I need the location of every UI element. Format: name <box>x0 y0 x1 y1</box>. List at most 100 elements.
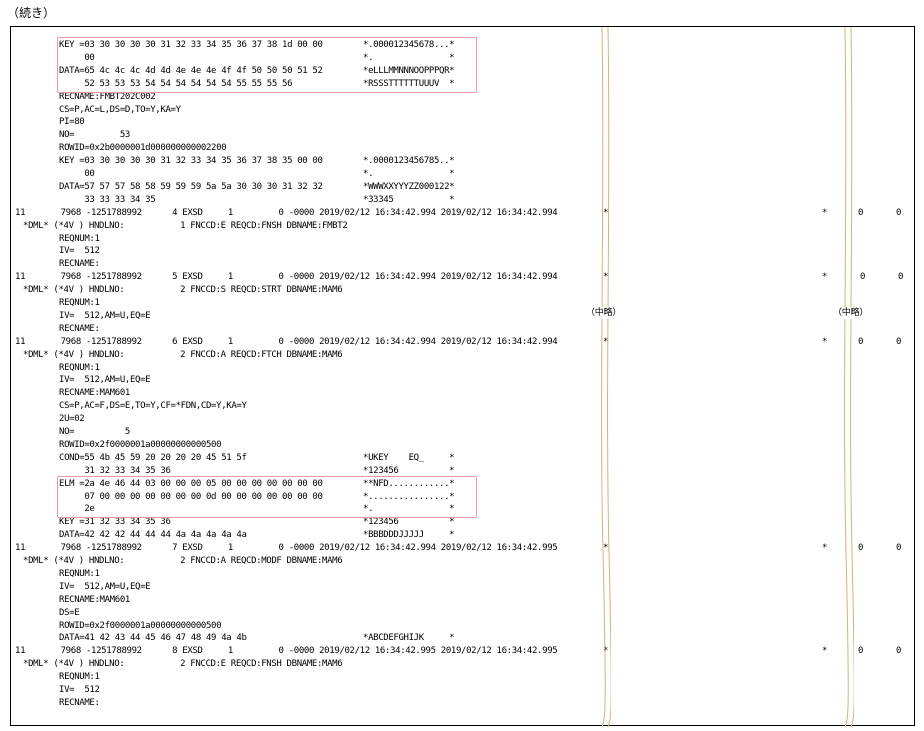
omission-break-line-right <box>842 27 854 727</box>
log-line-segment: * <box>822 646 828 657</box>
log-line-segment: 11 7968 -1251788992 7 EXSD 1 0 -0000 201… <box>15 543 558 554</box>
log-line: RECNAME:MAM601 <box>11 594 916 607</box>
log-line-segment: CS=P,AC=F,DS=E,TO=Y,CF=*FDN,CD=Y,KA=Y <box>59 401 247 412</box>
log-line-segment: 0 <box>858 336 864 347</box>
log-line: IV= 512,AM=U,EQ=E <box>11 374 916 387</box>
omission-break-line-left <box>599 27 611 727</box>
log-line-segment: CS=P,AC=L,DS=D,TO=Y,KA=Y <box>59 104 181 115</box>
log-line: RECNAME: <box>11 323 916 336</box>
log-line-segment: *DML* (*4V ) HNDLNO: 1 FNCCD:E REQCD:FNS… <box>23 220 348 231</box>
log-line: 11 7968 -1251788992 4 EXSD 1 0 -0000 201… <box>11 207 916 220</box>
log-line: DATA=42 42 42 44 44 44 4a 4a 4a 4a 4a *BB… <box>11 529 916 542</box>
log-line-segment: ROWID=0x2b0000001d000000000002200 <box>59 143 227 154</box>
log-line-segment: 0 <box>858 543 864 554</box>
log-line: 2U=02 <box>11 413 916 426</box>
log-line-segment: RECNAME: <box>59 697 100 708</box>
log-line-segment: *DML* (*4V ) HNDLNO: 2 FNCCD:A REQCD:MOD… <box>23 556 343 566</box>
log-line-segment: RECNAME:MAM601 <box>59 388 130 399</box>
log-line-segment: REQNUM:1 <box>59 672 100 683</box>
log-line-segment: *UKEY EQ_ * <box>363 452 455 463</box>
log-line: IV= 512 <box>11 245 916 258</box>
log-line-segment: 0 <box>896 543 902 554</box>
log-line: COND=55 4b 45 59 20 20 20 20 45 51 5f *UK… <box>11 452 916 465</box>
log-line: REQNUM:1 <box>11 297 916 310</box>
log-line: 11 7968 -1251788992 7 EXSD 1 0 -0000 201… <box>11 542 916 555</box>
log-line-segment: 11 7968 -1251788992 4 EXSD 1 0 -0000 201… <box>15 207 558 218</box>
log-line: 33 33 33 34 35 *33345 * <box>11 194 916 207</box>
highlight-box <box>57 37 477 93</box>
log-line-segment: DATA=42 42 42 44 44 44 4a 4a 4a 4a 4a <box>59 530 247 541</box>
log-line: IV= 512 <box>11 684 916 697</box>
log-line: ROWID=0x2f0000001a00000000000500 <box>11 439 916 452</box>
log-line-segment: *.0000123456785..* <box>363 156 455 167</box>
log-line: 11 7968 -1251788992 6 EXSD 1 0 -0000 201… <box>11 336 916 349</box>
log-line: NO= 53 <box>11 129 916 142</box>
log-line: REQNUM:1 <box>11 671 916 684</box>
highlight-box <box>57 475 477 519</box>
log-line-segment: 0 <box>896 336 902 347</box>
log-line-segment: REQNUM:1 <box>59 362 100 373</box>
log-line: ROWID=0x2b0000001d000000000002200 <box>11 142 916 155</box>
log-line-segment: NO= 53 <box>59 130 130 141</box>
log-line-segment: 2U=02 <box>59 414 85 425</box>
log-line-segment: RECNAME: <box>59 259 100 270</box>
log-line: REQNUM:1 <box>11 233 916 246</box>
log-line-segment: ROWID=0x2f0000001a00000000000500 <box>59 439 222 450</box>
log-line-segment: IV= 512 <box>59 246 100 257</box>
log-line-segment: DATA=57 57 57 58 58 59 59 59 5a 5a 30 30… <box>59 181 323 192</box>
omitted-label-left: （中略） <box>586 307 622 319</box>
log-line-segment: 0 <box>896 646 902 657</box>
log-line-segment: *. * <box>363 169 455 179</box>
log-line: *DML* (*4V ) HNDLNO: 2 FNCCD:E REQCD:FNS… <box>11 658 916 671</box>
log-line-segment: KEY =03 30 30 30 30 31 32 33 34 35 36 37… <box>59 156 323 167</box>
log-line-segment: IV= 512,AM=U,EQ=E <box>59 310 151 321</box>
log-frame: KEY =03 30 30 30 30 31 32 33 34 35 36 37… <box>10 26 916 727</box>
log-line: RECNAME:MAM601 <box>11 387 916 400</box>
log-line: IV= 512,AM=U,EQ=E <box>11 581 916 594</box>
log-line: 00 *. * <box>11 168 916 181</box>
log-line-segment: 0 <box>898 272 904 283</box>
log-line-segment: REQNUM:1 <box>59 298 100 308</box>
log-line: CS=P,AC=L,DS=D,TO=Y,KA=Y <box>11 104 916 117</box>
log-line-segment: REQNUM:1 <box>59 568 100 579</box>
log-line-segment: DS=E <box>59 607 80 618</box>
log-line: RECNAME: <box>11 697 916 710</box>
log-line-segment: 11 7968 -1251788992 6 EXSD 1 0 -0000 201… <box>15 336 558 347</box>
log-line-segment: *DML* (*4V ) HNDLNO: 2 FNCCD:E REQCD:FNS… <box>23 659 343 670</box>
log-line: RECNAME: <box>11 258 916 271</box>
log-line-segment: *DML* (*4V ) HNDLNO: 2 FNCCD:S REQCD:STR… <box>23 285 343 296</box>
log-line-segment: * <box>822 336 828 347</box>
log-line: PI=80 <box>11 116 916 129</box>
log-line-segment: 11 7968 -1251788992 5 EXSD 1 0 -0000 201… <box>15 272 558 283</box>
log-line: 11 7968 -1251788992 8 EXSD 1 0 -0000 201… <box>11 645 916 658</box>
log-line-segment: ROWID=0x2f0000001a00000000000500 <box>59 620 222 631</box>
log-line: *DML* (*4V ) HNDLNO: 2 FNCCD:S REQCD:STR… <box>11 284 916 297</box>
log-line-segment: *DML* (*4V ) HNDLNO: 2 FNCCD:A REQCD:FTC… <box>23 349 343 360</box>
log-line: 11 7968 -1251788992 5 EXSD 1 0 -0000 201… <box>11 271 916 284</box>
log-line-segment: 00 <box>59 169 95 179</box>
log-line-segment: 0 <box>896 207 902 218</box>
log-line-segment: DATA=41 42 43 44 45 46 47 48 49 4a 4b <box>59 633 247 644</box>
log-line-segment: 0 <box>858 207 864 218</box>
log-line-segment: PI=80 <box>59 117 85 128</box>
log-line: *DML* (*4V ) HNDLNO: 2 FNCCD:A REQCD:MOD… <box>11 555 916 568</box>
log-line: *DML* (*4V ) HNDLNO: 2 FNCCD:A REQCD:FTC… <box>11 349 916 362</box>
log-line-segment: REQNUM:1 <box>59 233 100 244</box>
log-line-segment: * <box>822 543 828 554</box>
log-line-segment: * <box>822 207 828 218</box>
omitted-label-right: （中略） <box>833 307 869 319</box>
log-line: *DML* (*4V ) HNDLNO: 1 FNCCD:E REQCD:FNS… <box>11 220 916 233</box>
log-line-segment: *ABCDEFGHIJK * <box>363 633 455 644</box>
log-line: REQNUM:1 <box>11 362 916 375</box>
log-line-segment: IV= 512,AM=U,EQ=E <box>59 581 151 592</box>
log-line-segment: *BBBDDDJJJJJ * <box>363 530 455 541</box>
log-line-segment: * <box>822 272 828 283</box>
log-line-segment: *33345 * <box>363 194 455 205</box>
log-line: DS=E <box>11 607 916 620</box>
log-line-segment: 11 7968 -1251788992 8 EXSD 1 0 -0000 201… <box>15 646 558 657</box>
log-line-segment: IV= 512 <box>59 685 100 695</box>
caption: （続き） <box>7 6 56 20</box>
log-line: NO= 5 <box>11 426 916 439</box>
log-line-segment: 0 <box>858 646 864 657</box>
log-line: KEY =31 32 33 34 35 36 *123456 * <box>11 516 916 529</box>
